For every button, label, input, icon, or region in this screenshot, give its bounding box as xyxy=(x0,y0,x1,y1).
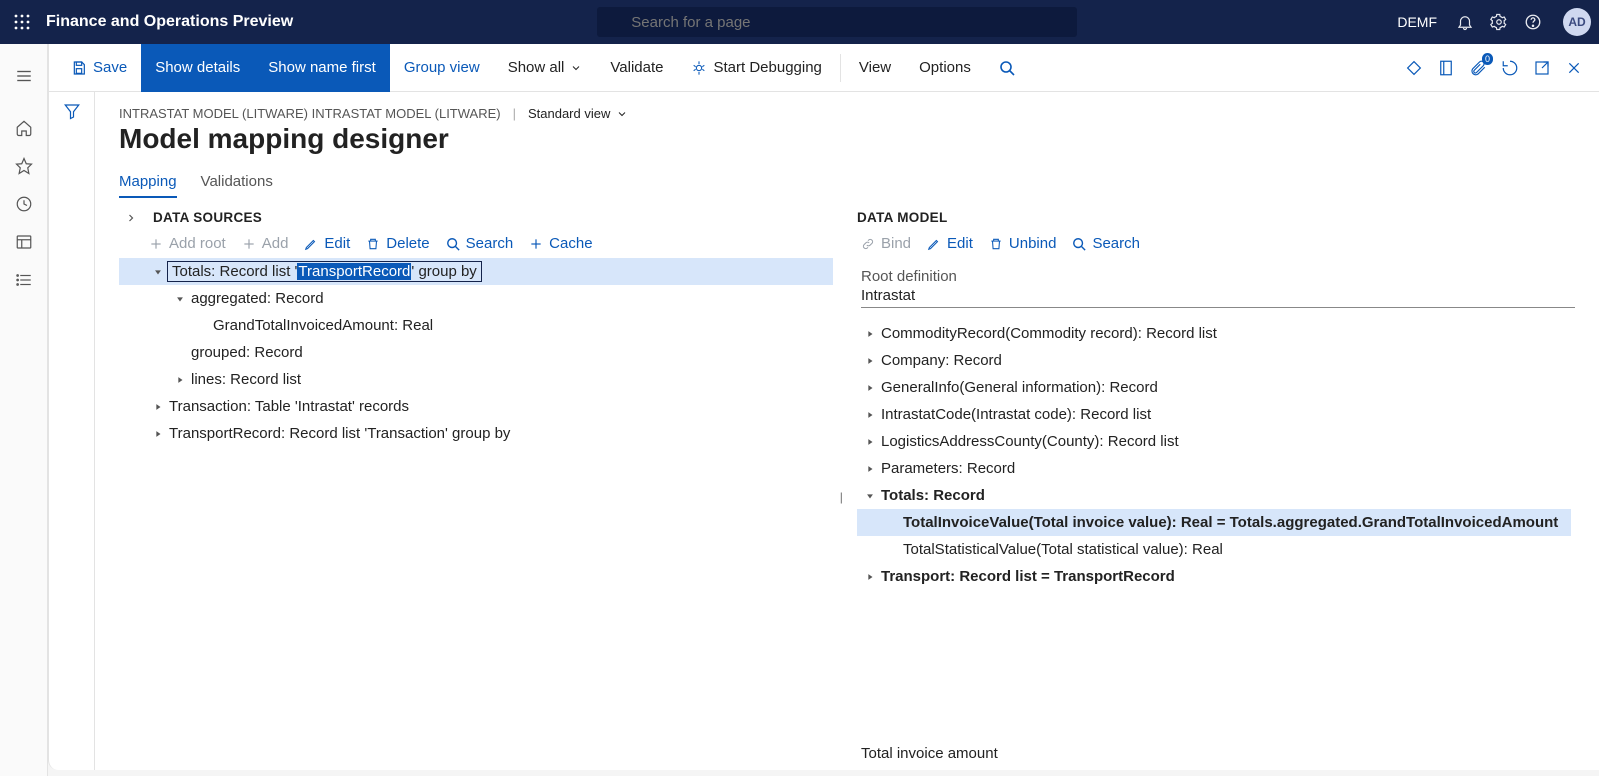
save-button[interactable]: Save xyxy=(57,44,141,92)
action-search-button[interactable] xyxy=(985,44,1029,92)
tab-validations[interactable]: Validations xyxy=(201,173,273,198)
caret-right-icon[interactable] xyxy=(149,398,167,416)
search-icon xyxy=(999,60,1015,76)
show-name-first-button[interactable]: Show name first xyxy=(254,44,390,92)
root-definition-label: Root definition xyxy=(861,268,1575,285)
ds-node-transaction[interactable]: Transaction: Table 'Intrastat' records xyxy=(119,393,833,420)
global-search-input[interactable] xyxy=(597,7,1077,37)
tabs: Mapping Validations xyxy=(119,173,1575,198)
unbind-button[interactable]: Unbind xyxy=(989,235,1057,252)
topbar: Finance and Operations Preview DEMF AD xyxy=(0,0,1599,44)
save-label: Save xyxy=(93,59,127,76)
data-model-panel: DATA MODEL Bind Edit xyxy=(857,210,1575,762)
refresh-icon[interactable] xyxy=(1499,57,1521,79)
filter-rail xyxy=(49,92,95,770)
ds-node-grouped[interactable]: grouped: Record xyxy=(119,339,833,366)
data-sources-tree: Totals: Record list 'TransportRecord' gr… xyxy=(119,258,833,447)
data-model-title: DATA MODEL xyxy=(857,210,1575,225)
ds-node-totals[interactable]: Totals: Record list 'TransportRecord' gr… xyxy=(119,258,833,285)
caret-right-icon[interactable] xyxy=(861,406,879,424)
caret-right-icon[interactable] xyxy=(149,425,167,443)
dm-edit-button[interactable]: Edit xyxy=(927,235,973,252)
breadcrumb-path: INTRASTAT MODEL (LITWARE) INTRASTAT MODE… xyxy=(119,106,501,121)
ds-collapse-caret[interactable] xyxy=(125,212,137,224)
dm-node-intrastat-code[interactable]: IntrastatCode(Intrastat code): Record li… xyxy=(857,401,1571,428)
company-label[interactable]: DEMF xyxy=(1397,14,1437,30)
left-rail xyxy=(0,44,48,776)
data-model-tree: CommodityRecord(Commodity record): Recor… xyxy=(857,320,1571,590)
show-all-dropdown[interactable]: Show all xyxy=(494,44,597,92)
caret-right-icon[interactable] xyxy=(861,433,879,451)
chevron-down-icon xyxy=(616,108,628,120)
dm-node-logistics-address-county[interactable]: LogisticsAddressCounty(County): Record l… xyxy=(857,428,1571,455)
chevron-down-icon xyxy=(570,62,582,74)
diamond-icon[interactable] xyxy=(1403,57,1425,79)
caret-down-icon[interactable] xyxy=(149,263,167,281)
group-view-button[interactable]: Group view xyxy=(390,44,494,92)
waffle-icon[interactable] xyxy=(8,8,36,36)
recent-icon[interactable] xyxy=(14,194,34,214)
delete-button[interactable]: Delete xyxy=(366,235,429,252)
action-bar: Save Show details Show name first Group … xyxy=(49,44,1599,92)
caret-right-icon[interactable] xyxy=(861,568,879,586)
popout-icon[interactable] xyxy=(1531,57,1553,79)
options-menu[interactable]: Options xyxy=(905,44,985,92)
caret-right-icon[interactable] xyxy=(171,371,189,389)
ds-node-aggregated[interactable]: aggregated: Record xyxy=(119,285,833,312)
ds-node-lines[interactable]: lines: Record list xyxy=(119,366,833,393)
help-icon[interactable] xyxy=(1523,12,1543,32)
edit-button[interactable]: Edit xyxy=(304,235,350,252)
dm-node-parameters[interactable]: Parameters: Record xyxy=(857,455,1571,482)
page-title: Model mapping designer xyxy=(119,123,1575,155)
star-icon[interactable] xyxy=(14,156,34,176)
caret-right-icon[interactable] xyxy=(861,379,879,397)
dm-node-transport[interactable]: Transport: Record list = TransportRecord xyxy=(857,563,1571,590)
dm-node-general-info[interactable]: GeneralInfo(General information): Record xyxy=(857,374,1571,401)
app-title: Finance and Operations Preview xyxy=(46,13,293,31)
show-details-button[interactable]: Show details xyxy=(141,44,254,92)
attachments-badge: 0 xyxy=(1482,53,1493,65)
dm-node-commodity-record[interactable]: CommodityRecord(Commodity record): Recor… xyxy=(857,320,1571,347)
tab-mapping[interactable]: Mapping xyxy=(119,173,177,198)
caret-right-icon[interactable] xyxy=(861,460,879,478)
validate-button[interactable]: Validate xyxy=(596,44,677,92)
bell-icon[interactable] xyxy=(1455,12,1475,32)
caret-down-icon[interactable] xyxy=(171,290,189,308)
caret-down-icon[interactable] xyxy=(861,487,879,505)
caret-right-icon[interactable] xyxy=(861,352,879,370)
dm-search-button[interactable]: Search xyxy=(1072,235,1140,252)
home-icon[interactable] xyxy=(14,118,34,138)
hamburger-icon[interactable] xyxy=(0,52,47,100)
data-sources-title: DATA SOURCES xyxy=(153,210,262,225)
modules-icon[interactable] xyxy=(14,270,34,290)
dm-node-total-invoice-value[interactable]: TotalInvoiceValue(Total invoice value): … xyxy=(857,509,1571,536)
ds-node-transport-record[interactable]: TransportRecord: Record list 'Transactio… xyxy=(119,420,833,447)
data-sources-panel: DATA SOURCES Add root Add xyxy=(119,210,837,762)
attachments-icon[interactable]: 0 xyxy=(1467,57,1489,79)
filter-icon[interactable] xyxy=(63,102,81,770)
office-icon[interactable] xyxy=(1435,57,1457,79)
ds-node-grand-total-invoiced-amount[interactable]: GrandTotalInvoicedAmount: Real xyxy=(119,312,833,339)
dm-node-totals[interactable]: Totals: Record xyxy=(857,482,1571,509)
view-selector[interactable]: Standard view xyxy=(528,106,628,121)
add-root-button[interactable]: Add root xyxy=(149,235,226,252)
dm-node-total-statistical-value[interactable]: TotalStatisticalValue(Total statistical … xyxy=(857,536,1571,563)
caret-right-icon[interactable] xyxy=(861,325,879,343)
dm-node-company[interactable]: Company: Record xyxy=(857,347,1571,374)
avatar[interactable]: AD xyxy=(1563,8,1591,36)
start-debugging-button[interactable]: Start Debugging xyxy=(677,44,835,92)
root-definition-value[interactable]: Intrastat xyxy=(861,287,1575,308)
cache-button[interactable]: Cache xyxy=(529,235,592,252)
ds-search-button[interactable]: Search xyxy=(446,235,514,252)
bind-button[interactable]: Bind xyxy=(861,235,911,252)
workspaces-icon[interactable] xyxy=(14,232,34,252)
selected-node-description: Total invoice amount xyxy=(857,733,1575,762)
view-menu[interactable]: View xyxy=(845,44,905,92)
debug-icon xyxy=(691,60,707,76)
breadcrumb: INTRASTAT MODEL (LITWARE) INTRASTAT MODE… xyxy=(119,106,1575,121)
close-icon[interactable] xyxy=(1563,57,1585,79)
gear-icon[interactable] xyxy=(1489,12,1509,32)
add-button[interactable]: Add xyxy=(242,235,289,252)
